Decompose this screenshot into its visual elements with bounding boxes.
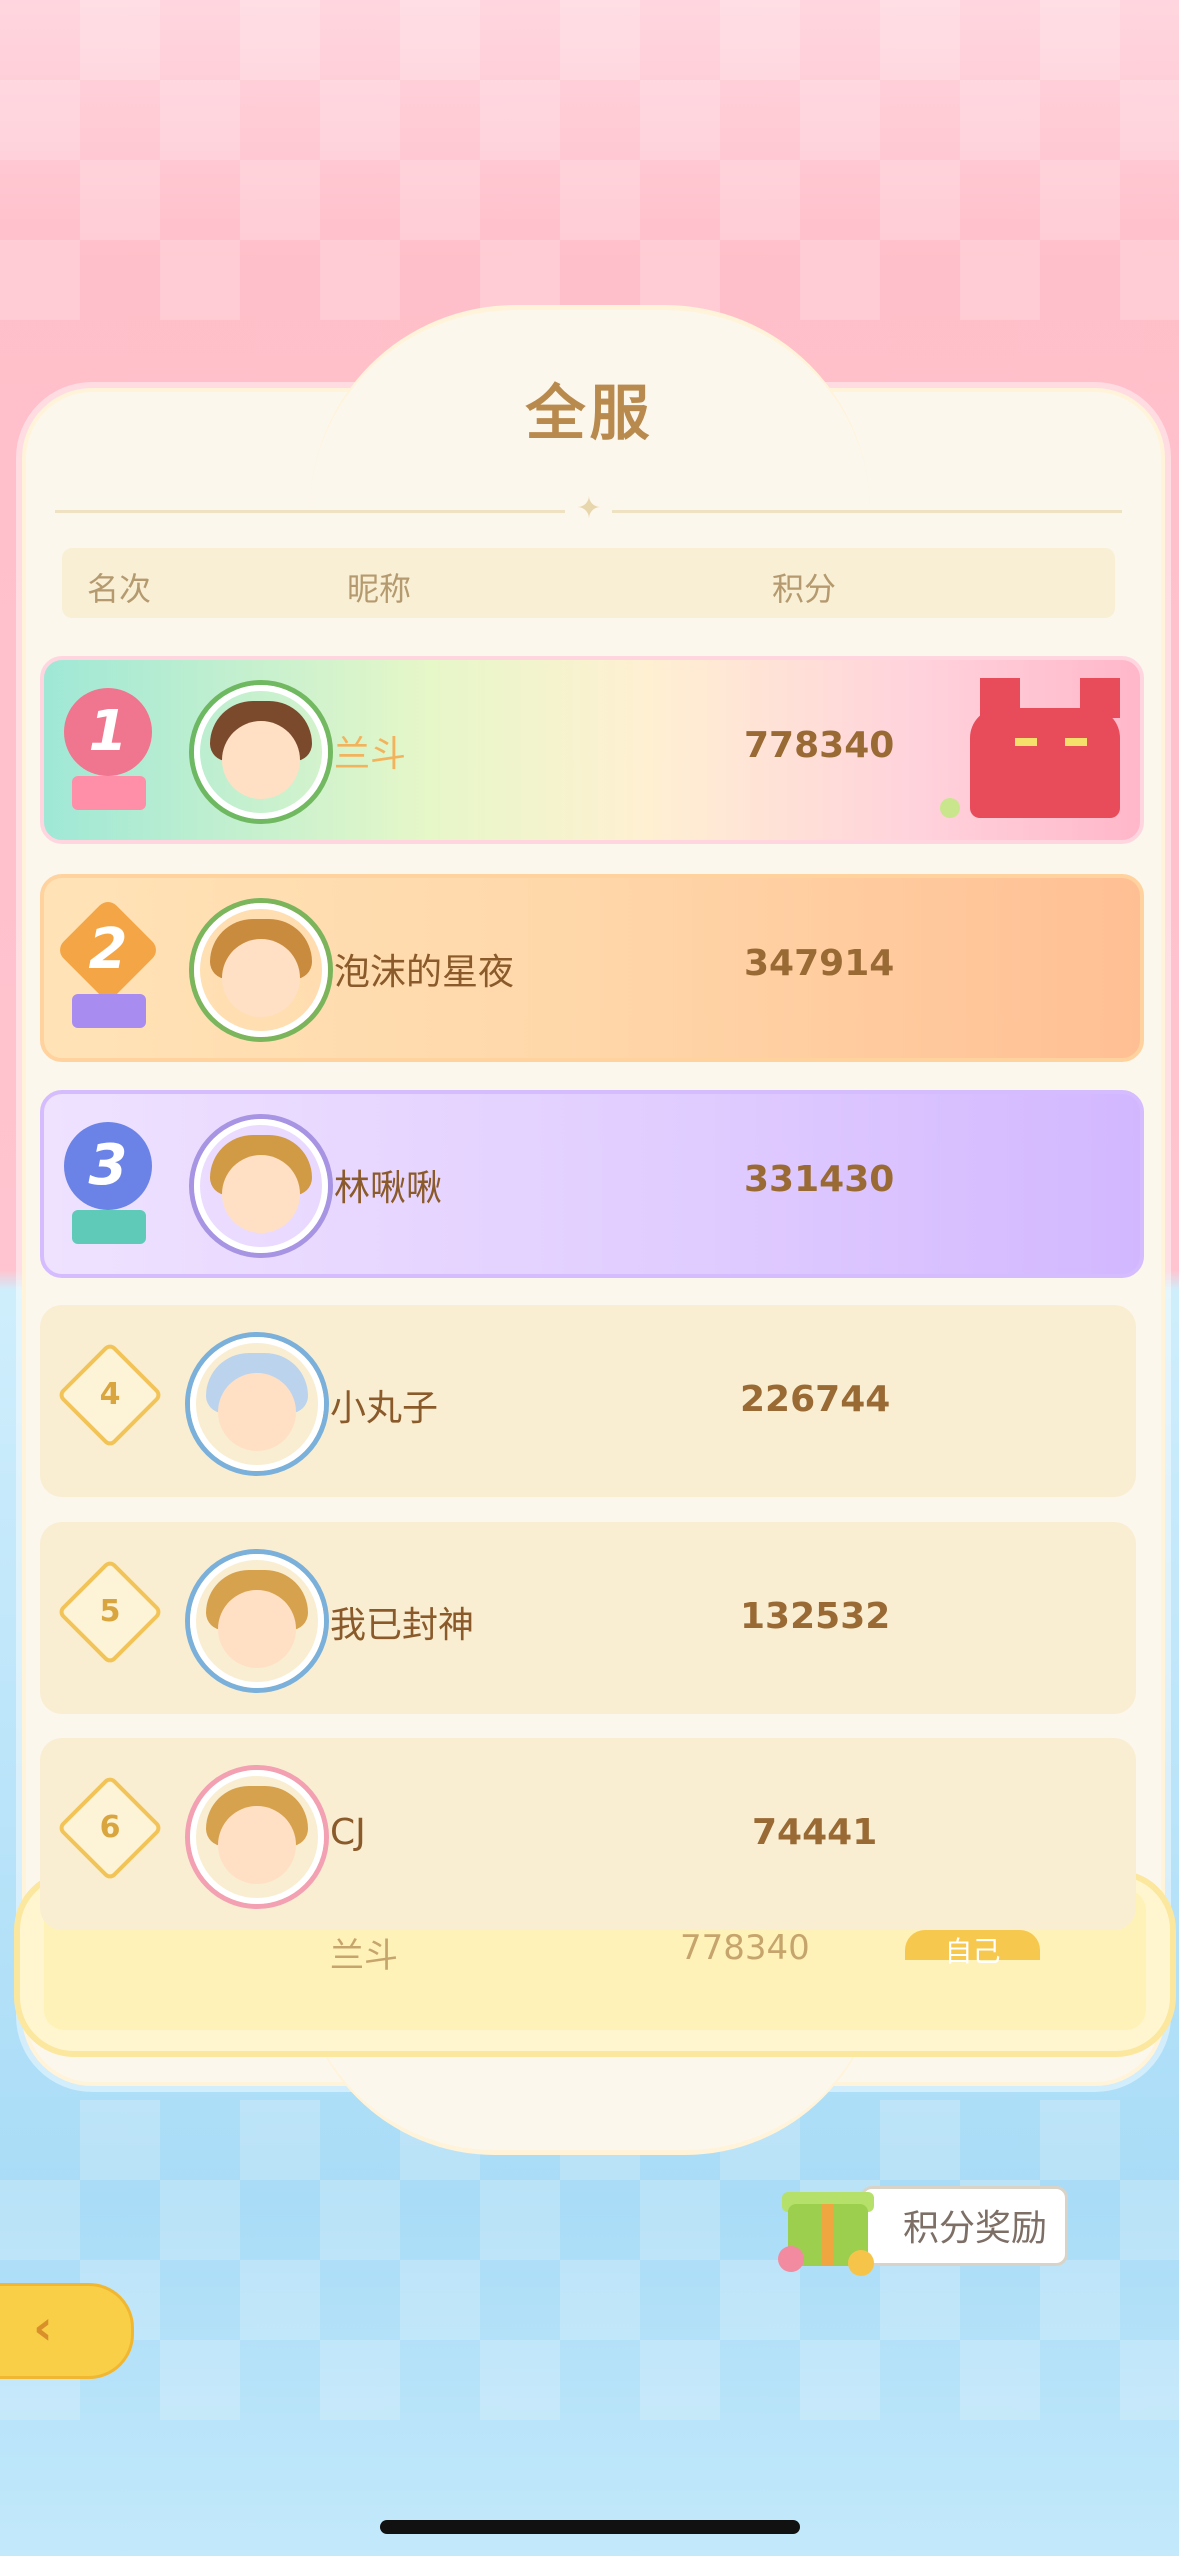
rank-medal-2: 2 [54, 897, 164, 1038]
back-arrow-icon: ‹ [33, 2300, 53, 2356]
rank-row-5[interactable]: 5 我已封神 132532 [40, 1522, 1136, 1714]
self-name: 兰斗 [330, 1936, 398, 1976]
avatar[interactable] [190, 1770, 324, 1904]
player-score: 74441 [752, 1812, 878, 1853]
header-score: 积分 [772, 570, 837, 608]
rank-row-3[interactable]: 3 林啾啾 331430 [40, 1090, 1144, 1278]
player-score: 226744 [740, 1379, 891, 1420]
monster-mascot-icon [940, 668, 1130, 828]
sparkle-icon: ✦ [576, 491, 602, 526]
header-nickname: 昵称 [347, 570, 412, 608]
player-name: 兰斗 [334, 734, 407, 775]
rank-row-6[interactable]: 6 CJ 74441 [40, 1738, 1136, 1930]
avatar[interactable] [194, 1119, 328, 1253]
table-header: 名次 昵称 积分 [62, 548, 1115, 618]
avatar[interactable] [194, 685, 328, 819]
avatar[interactable] [190, 1554, 324, 1688]
rank-row-1[interactable]: 1 兰斗 778340 [40, 656, 1144, 844]
self-tag: 自己 [905, 1930, 1040, 1968]
player-name: CJ [330, 1812, 366, 1853]
rank-medal-3: 3 [54, 1114, 164, 1254]
rank-row-2[interactable]: 2 泡沫的星夜 347914 [40, 874, 1144, 1062]
home-indicator[interactable] [380, 2520, 800, 2534]
rank-row-4[interactable]: 4 小丸子 226744 [40, 1305, 1136, 1497]
page-title: 全服 [525, 379, 654, 449]
player-score: 778340 [744, 725, 895, 766]
back-button[interactable]: ‹ [0, 2283, 134, 2379]
player-score: 347914 [744, 943, 895, 984]
player-score: 132532 [740, 1596, 891, 1637]
avatar[interactable] [194, 903, 328, 1037]
points-reward-button[interactable]: 积分奖励 [860, 2186, 1068, 2266]
bg-pattern-top [0, 0, 1179, 320]
divider-right [612, 510, 1122, 513]
rank-badge: 4 [56, 1341, 164, 1449]
player-score: 331430 [744, 1159, 895, 1200]
rank-badge: 6 [56, 1774, 164, 1882]
avatar[interactable] [190, 1337, 324, 1471]
player-name: 泡沫的星夜 [334, 952, 515, 993]
player-name: 小丸子 [330, 1388, 439, 1429]
player-name: 我已封神 [330, 1605, 475, 1646]
rank-badge: 5 [56, 1558, 164, 1666]
player-name: 林啾啾 [334, 1168, 443, 1209]
self-score: 778340 [680, 1928, 810, 1968]
rank-medal-1: 1 [54, 680, 164, 820]
header-rank: 名次 [87, 570, 152, 608]
divider-left [55, 510, 565, 513]
gift-icon[interactable] [778, 2176, 878, 2276]
